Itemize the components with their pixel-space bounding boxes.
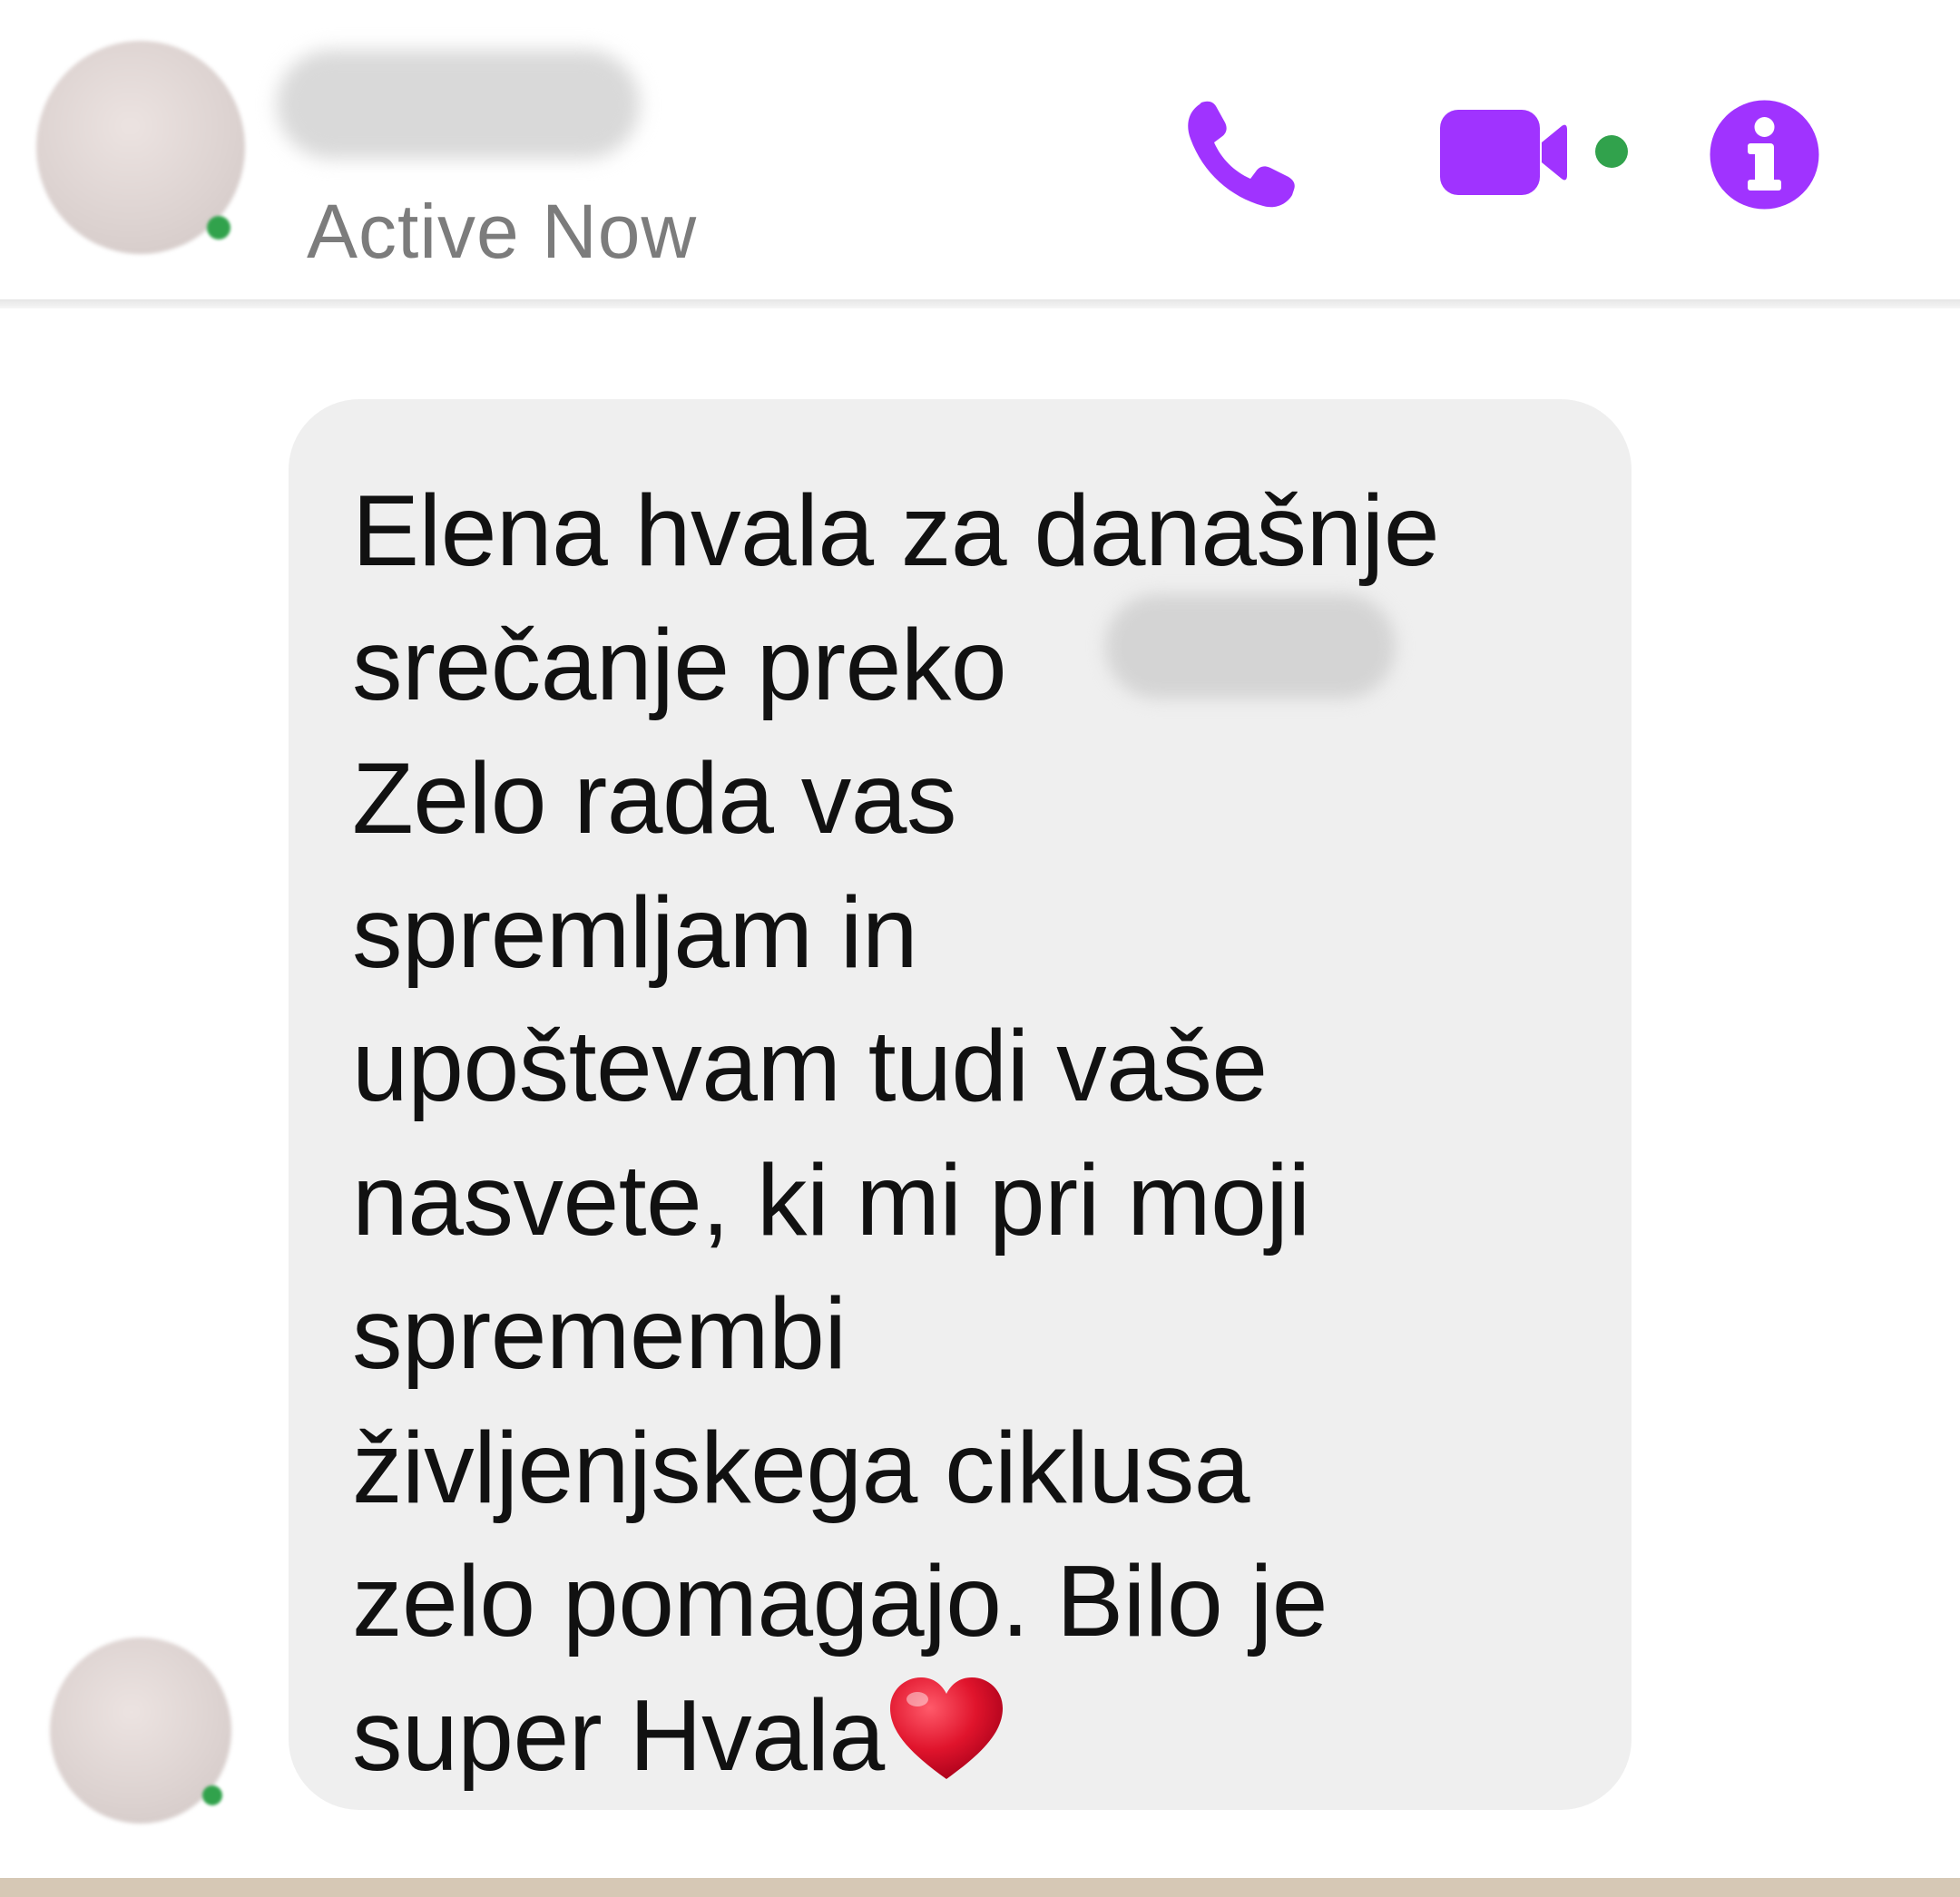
chat-header: Active Now [0,0,1960,299]
phone-icon [1188,101,1295,208]
heart-emoji-icon [889,1677,1003,1779]
active-status: Active Now [307,189,698,274]
conversation-info-button[interactable] [1708,98,1821,211]
call-button[interactable] [1180,95,1307,213]
contact-name-redacted [277,50,640,159]
online-indicator [207,216,230,240]
redacted-text [1105,594,1396,699]
message-bubble[interactable]: Elena hvala za današnje srečanje preko Z… [289,399,1632,1810]
video-call-button[interactable] [1438,104,1642,204]
sender-online-indicator [202,1785,222,1805]
video-active-dot [1595,135,1628,168]
header-divider [0,299,1960,308]
message-text: Elena hvala za današnje srečanje preko Z… [352,464,1577,1803]
messenger-chat-screen: Active Now Elena hvala za današnje sreča… [0,0,1960,1897]
info-icon [1710,100,1819,210]
video-camera-icon [1440,110,1628,195]
bottom-edge [0,1878,1960,1897]
